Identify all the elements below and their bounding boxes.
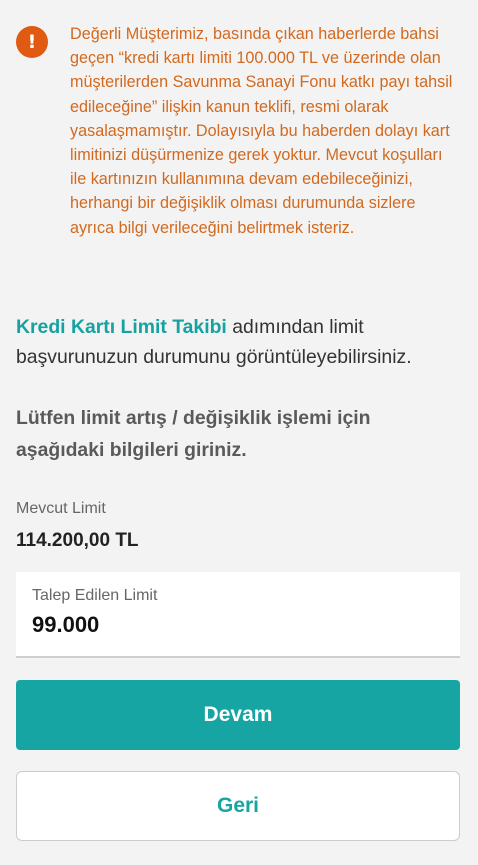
current-limit-label: Mevcut Limit [16,500,106,517]
current-limit-value: 114.200,00 TL [16,530,139,551]
instructions-heading: Lütfen limit artış / değişiklik işlemi i… [16,407,371,461]
limit-tracking-link[interactable]: Kredi Kartı Limit Takibi [16,316,227,338]
warning-notice: ! Değerli Müşterimiz, basında çıkan habe… [16,22,462,240]
requested-limit-input[interactable] [32,612,442,638]
back-button[interactable]: Geri [16,771,460,841]
requested-limit-label: Talep Edilen Limit [32,587,158,604]
requested-limit-field[interactable]: Talep Edilen Limit [16,572,460,658]
exclamation-icon: ! [16,26,48,58]
limit-tracking-intro: Kredi Kartı Limit Takibi adımından limit… [16,312,462,372]
continue-button[interactable]: Devam [16,680,460,750]
warning-notice-text: Değerli Müşterimiz, basında çıkan haberl… [70,25,453,237]
